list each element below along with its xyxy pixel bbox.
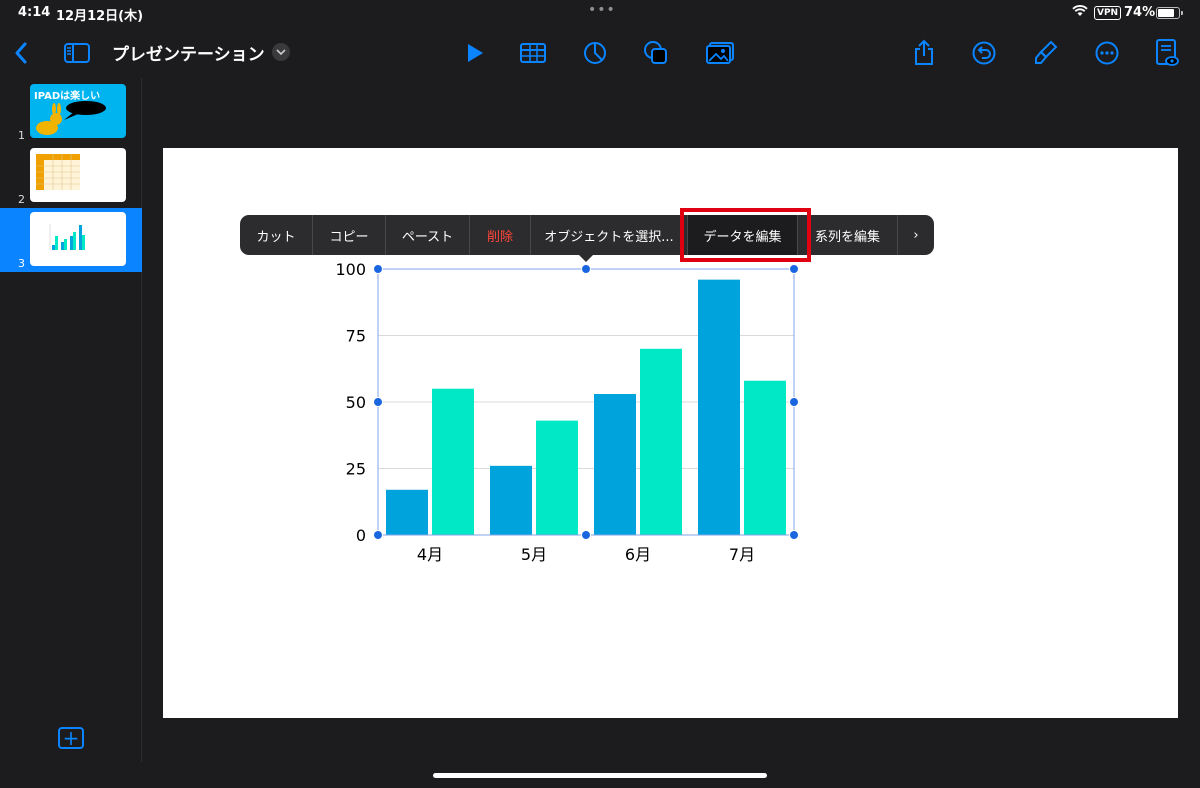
slide-preview: [30, 212, 126, 266]
toolbar: プレゼンテーション: [0, 28, 1200, 78]
battery-percent: 74%: [1124, 5, 1156, 20]
slide-preview: IPADは楽しい: [30, 84, 126, 138]
slide-thumbnail-3[interactable]: 3: [0, 208, 142, 272]
plus-icon: +: [62, 726, 80, 750]
wifi-icon: [1072, 5, 1088, 21]
shape-icon[interactable]: [641, 38, 671, 68]
format-brush-icon[interactable]: [1031, 38, 1061, 68]
share-icon[interactable]: [909, 38, 939, 68]
slide-number: 3: [18, 257, 25, 270]
chart-thumbnail-icon: [49, 224, 85, 250]
slide-thumbnail-1[interactable]: 1 IPADは楽しい: [0, 80, 142, 144]
highlight-annotation: [680, 208, 811, 262]
multitasking-dots-icon[interactable]: •••: [588, 2, 616, 18]
back-icon[interactable]: [6, 38, 36, 68]
add-slide-button[interactable]: +: [58, 727, 84, 749]
more-icon[interactable]: [1092, 38, 1122, 68]
edit-series-menu-item[interactable]: 系列を編集: [798, 215, 898, 255]
status-time: 4:14: [18, 5, 51, 20]
context-menu: カット コピー ペースト 削除 オブジェクトを選択... データを編集 系列を編…: [240, 215, 934, 255]
menu-pointer: [579, 255, 593, 262]
table-thumbnail-icon: [36, 154, 80, 190]
chart-icon[interactable]: [580, 38, 610, 68]
play-icon[interactable]: [460, 38, 490, 68]
presenter-view-icon[interactable]: [1152, 38, 1182, 68]
slide-navigator: 1 IPADは楽しい 2 3 +: [0, 78, 142, 762]
battery-icon: [1156, 7, 1183, 19]
media-icon[interactable]: [705, 38, 735, 68]
table-icon[interactable]: [518, 38, 548, 68]
slide-preview: [30, 148, 126, 202]
undo-icon[interactable]: [969, 38, 999, 68]
delete-menu-item[interactable]: 削除: [470, 215, 531, 255]
cut-menu-item[interactable]: カット: [240, 215, 313, 255]
slide-number: 1: [18, 129, 25, 142]
chevron-down-icon[interactable]: [272, 43, 290, 61]
slide-thumbnail-2[interactable]: 2: [0, 144, 142, 208]
chevron-right-icon[interactable]: ›: [898, 215, 934, 255]
status-date: 12月12日(木): [56, 9, 144, 24]
home-indicator[interactable]: [433, 773, 767, 778]
vpn-badge: VPN: [1094, 6, 1122, 20]
sidebar-icon[interactable]: [62, 38, 92, 68]
slide-number: 2: [18, 193, 25, 206]
document-title[interactable]: プレゼンテーション: [112, 40, 265, 65]
copy-menu-item[interactable]: コピー: [313, 215, 386, 255]
paste-menu-item[interactable]: ペースト: [386, 215, 470, 255]
status-bar: 4:14 12月12日(木) ••• VPN 74%: [0, 0, 1200, 28]
rabbit-illustration-icon: [36, 101, 106, 135]
select-object-menu-item[interactable]: オブジェクトを選択...: [531, 215, 688, 255]
